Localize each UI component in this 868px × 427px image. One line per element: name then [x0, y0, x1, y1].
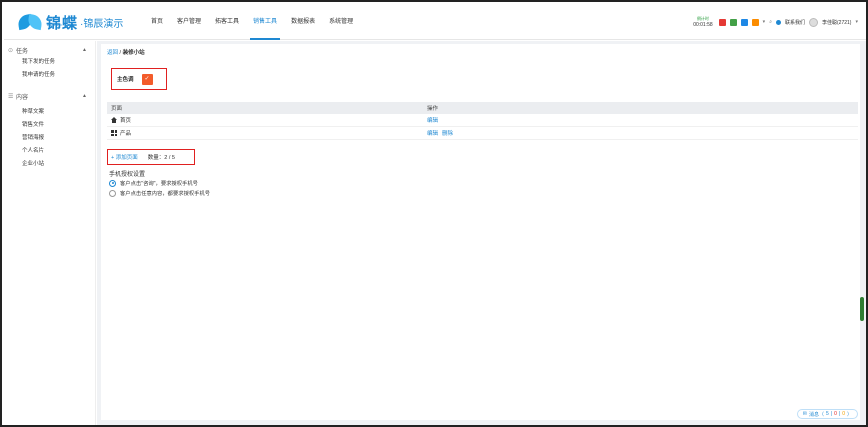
page-cell: 产品	[107, 129, 423, 137]
nav-sales-tools[interactable]: 销售工具	[246, 4, 284, 40]
nav-system[interactable]: 系统管理	[322, 4, 360, 40]
theme-color-setting: 主色调 ✓	[111, 68, 167, 90]
sidebar-group-tasks[interactable]: ⊙ 任务 ▲	[4, 44, 95, 56]
sidebar-item-posters[interactable]: 营销海报	[4, 132, 95, 145]
orange-square-icon[interactable]	[751, 18, 759, 26]
brand-name: 锦蝶	[46, 14, 79, 32]
auth-option-label: 客户点击任意内容，都要求授权手机号	[120, 191, 211, 197]
content-card: 返回 / 装修小站 主色调 ✓ 页面 操作 首页 编辑 产品 编辑 删除 + 添…	[101, 44, 860, 420]
top-bar: 锦蝶 ·锦辰演示 BEESM.COM 首页 客户管理 拓客工具 销售工具 数据报…	[4, 4, 866, 40]
edit-link[interactable]: 编辑	[427, 129, 438, 137]
chevron-down-icon[interactable]: ▾	[763, 19, 766, 25]
grid-icon	[111, 130, 117, 136]
actions-cell: 编辑 删除	[423, 129, 453, 137]
sidebar-item-copywriting[interactable]: 种草文案	[4, 106, 95, 119]
nav-reports[interactable]: 数据报表	[284, 4, 322, 40]
collapse-up-icon: ▲	[82, 47, 87, 53]
collapse-up-icon: ▲	[82, 93, 87, 99]
user-name[interactable]: 李佳聪(2721)	[822, 19, 851, 26]
breadcrumb: 返回 / 装修小站	[107, 48, 145, 56]
breadcrumb-current: 装修小站	[122, 50, 145, 56]
nav-home[interactable]: 首页	[144, 4, 170, 40]
radio-checked[interactable]	[109, 179, 116, 187]
back-link[interactable]: 返回	[107, 50, 118, 56]
page-name: 首页	[120, 118, 132, 124]
contact-icon	[776, 19, 781, 25]
app-frame: 锦蝶 ·锦辰演示 BEESM.COM 首页 客户管理 拓客工具 销售工具 数据报…	[0, 0, 868, 427]
red-square-icon[interactable]	[718, 18, 726, 26]
brand-logo[interactable]: 锦蝶 ·锦辰演示	[16, 12, 124, 32]
sidebar-item-requested-tasks[interactable]: 我申请的任务	[4, 69, 95, 82]
actions-cell: 编辑	[423, 116, 438, 124]
clock-icon: ⊙	[8, 47, 14, 54]
messages-label: 消息（	[809, 411, 825, 418]
radio-unchecked[interactable]	[109, 189, 116, 197]
sidebar-item-mini-site[interactable]: 企业小站	[4, 158, 95, 171]
theme-color-label: 主色调	[117, 77, 134, 83]
theme-color-swatch[interactable]: ✓	[141, 73, 153, 85]
list-icon: ☰	[8, 93, 14, 100]
green-square-icon[interactable]	[729, 18, 737, 26]
table-row: 首页 编辑	[107, 114, 858, 127]
table-row: 产品 编辑 删除	[107, 127, 858, 140]
butterfly-logo-icon	[16, 13, 44, 31]
auth-option-any[interactable]: 客户点击任意内容，都要求授权手机号	[109, 189, 210, 197]
sidebar-group-label: 内容	[16, 94, 29, 101]
delete-link[interactable]: 删除	[442, 129, 453, 137]
phone-auth-title: 手机授权设置	[109, 172, 146, 178]
main-nav: 首页 客户管理 拓客工具 销售工具 数据报表 系统管理	[144, 4, 360, 40]
sidebar-group-label: 任务	[16, 48, 29, 55]
brand-url: BEESM.COM	[47, 23, 75, 27]
brand-suffix: ·锦辰演示	[80, 18, 124, 30]
avatar[interactable]	[809, 17, 819, 27]
countdown: 倒计时 00:01:58	[693, 16, 712, 28]
page-name: 产品	[120, 131, 132, 137]
scrollbar-thumb[interactable]	[860, 297, 864, 321]
nav-acquisition[interactable]: 拓客工具	[208, 4, 246, 40]
search-icon[interactable]: ⌕	[769, 19, 772, 25]
sidebar-item-sales-files[interactable]: 销售文件	[4, 119, 95, 132]
col-page: 页面	[111, 106, 123, 112]
messages-count-c: 0	[842, 411, 845, 417]
page-cell: 首页	[107, 116, 423, 124]
sidebar-item-business-card[interactable]: 个人名片	[4, 145, 95, 158]
user-menu-chevron-icon[interactable]: ▾	[855, 19, 858, 25]
top-right-tools: 倒计时 00:01:58 ▾ ⌕ 联系我们 李佳聪(2721) ▾	[693, 4, 858, 40]
nav-customers[interactable]: 客户管理	[170, 4, 208, 40]
col-actions: 操作	[427, 106, 439, 112]
add-page-section: + 添加页面 数量：2 / 5	[107, 149, 195, 165]
messages-count-a: 5	[826, 411, 829, 417]
table-header: 页面 操作	[107, 102, 858, 114]
pages-table: 页面 操作 首页 编辑 产品 编辑 删除	[107, 102, 858, 140]
contact-us-link[interactable]: 联系我们	[785, 19, 805, 26]
messages-count-b: 0	[834, 411, 837, 417]
messages-sep: |	[830, 411, 833, 417]
auth-option-label: 客户点击"咨询"，要求授权手机号	[120, 181, 198, 187]
home-icon	[111, 117, 117, 123]
sidebar-item-issued-tasks[interactable]: 我下发的任务	[4, 56, 95, 69]
message-icon: ✉	[802, 411, 807, 417]
page-count: 数量：2 / 5	[147, 155, 175, 161]
messages-end: ）	[846, 411, 852, 418]
sidebar: ⊙ 任务 ▲ 我下发的任务 我申请的任务 ☰ 内容 ▲ 种草文案 销售文件 营销…	[4, 41, 96, 425]
auth-option-consult[interactable]: 客户点击"咨询"，要求授权手机号	[109, 179, 198, 187]
blue-square-icon[interactable]	[740, 18, 748, 26]
add-page-button[interactable]: + 添加页面	[111, 153, 138, 161]
messages-sep: |	[838, 411, 841, 417]
main-area: 返回 / 装修小站 主色调 ✓ 页面 操作 首页 编辑 产品 编辑 删除 + 添…	[97, 41, 866, 425]
edit-link[interactable]: 编辑	[427, 116, 438, 124]
sidebar-group-content[interactable]: ☰ 内容 ▲	[4, 90, 95, 102]
countdown-value: 00:01:58	[693, 22, 713, 28]
messages-badge[interactable]: ✉ 消息（ 5 | 0 | 0 ）	[796, 409, 858, 419]
